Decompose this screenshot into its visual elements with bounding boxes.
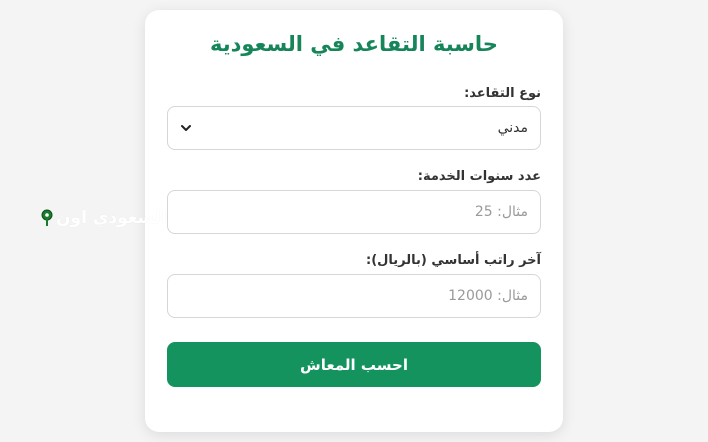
calculate-pension-button[interactable]: احسب المعاش (167, 342, 541, 387)
chevron-down-icon (180, 122, 192, 134)
retirement-type-label: نوع التقاعد: (464, 86, 541, 101)
salary-placeholder: مثال: 12000 (448, 288, 528, 304)
service-years-label: عدد سنوات الخدمة: (417, 169, 541, 184)
service-years-placeholder: مثال: 25 (474, 204, 528, 220)
page-title: حاسبة التقاعد في السعودية (210, 32, 498, 56)
retirement-type-value: مدني (497, 120, 528, 136)
calculator-card: حاسبة التقاعد في السعودية نوع التقاعد: م… (145, 10, 563, 432)
retirement-type-select[interactable]: مدني (167, 106, 541, 150)
salary-input[interactable]: مثال: 12000 (167, 274, 541, 318)
service-years-input[interactable]: مثال: 25 (167, 190, 541, 234)
page: السعودي اون حاسبة التقاعد في السعودية نو… (0, 0, 708, 442)
map-pin-icon (40, 209, 54, 227)
salary-label: آخر راتب أساسي (بالريال): (366, 253, 541, 268)
